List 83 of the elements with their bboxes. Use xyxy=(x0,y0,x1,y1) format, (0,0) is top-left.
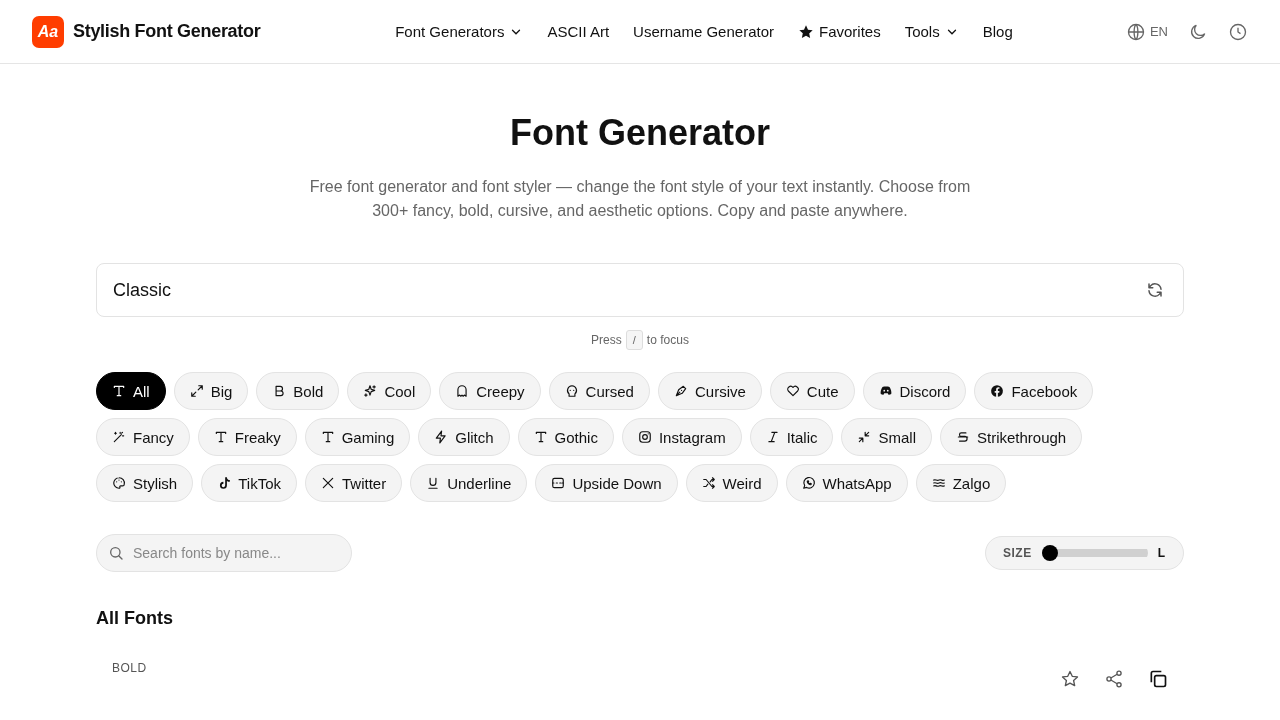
shrink-icon xyxy=(857,430,872,444)
underline-icon xyxy=(426,476,441,490)
category-chip[interactable]: Italic xyxy=(749,418,834,456)
text-icon xyxy=(533,430,548,444)
star-icon xyxy=(798,23,814,40)
hint-text: Press xyxy=(591,333,622,347)
category-chip[interactable]: Small xyxy=(841,418,932,456)
category-chip[interactable]: Cool xyxy=(347,372,432,410)
size-label: L xyxy=(1157,546,1165,560)
nav-link[interactable]: Font Generators xyxy=(395,23,524,40)
refresh-icon[interactable] xyxy=(1146,281,1164,299)
text-icon xyxy=(213,430,228,444)
nav-link[interactable]: Username Generator xyxy=(633,23,774,40)
category-chip[interactable]: TikTok xyxy=(201,464,297,502)
clock-icon[interactable] xyxy=(1228,21,1248,42)
flip-icon xyxy=(551,476,566,490)
globe-icon xyxy=(1125,21,1146,42)
nav-link[interactable]: ASCII Art xyxy=(547,23,610,40)
ghost-icon xyxy=(455,384,470,398)
x-logo-icon xyxy=(320,476,335,490)
music-note-icon xyxy=(217,476,232,490)
category-chip[interactable]: Cursive xyxy=(657,372,762,410)
size-label: SIZE xyxy=(1003,546,1032,560)
star-icon[interactable] xyxy=(1060,669,1080,689)
category-chip[interactable]: Creepy xyxy=(439,372,541,410)
letter-b-icon xyxy=(272,384,287,398)
expand-icon xyxy=(189,384,204,398)
category-chip[interactable]: Big xyxy=(173,372,249,410)
category-chip[interactable]: Twitter xyxy=(304,464,403,502)
page-description: Free font generator and font styler — change the font style of your text instantly. Choose from 300+ fancy, bold, cursive, and aesthetic options. Copy and paste anywhere. xyxy=(308,177,972,221)
text-icon xyxy=(320,430,335,444)
palette-icon xyxy=(112,476,126,490)
text-input[interactable]: Classic xyxy=(96,263,1184,317)
category-chip[interactable]: Cute xyxy=(769,372,855,410)
search-field[interactable]: Search fonts by name... xyxy=(96,534,352,572)
nav-link[interactable]: Blog xyxy=(982,23,1013,40)
text-icon xyxy=(112,384,126,398)
category-chip[interactable]: Gaming xyxy=(304,418,411,456)
category-chip[interactable]: Fancy xyxy=(96,418,190,456)
magic-wand-icon xyxy=(112,430,126,444)
category-chip[interactable]: Stylish xyxy=(96,464,194,502)
page-title: Font Generator xyxy=(509,111,771,155)
category-chip[interactable]: Bold xyxy=(256,372,340,410)
instagram-icon xyxy=(637,430,652,444)
site-name[interactable]: Stylish Font Generator xyxy=(73,21,261,42)
nav-link[interactable]: Favorites xyxy=(798,23,881,40)
game-controller-icon xyxy=(878,384,893,398)
shuffle-icon xyxy=(701,476,716,490)
category-chip[interactable]: Cursed xyxy=(548,372,650,410)
search-icon xyxy=(108,545,124,561)
category-chip[interactable]: Zalgo xyxy=(915,464,1007,502)
nav-link[interactable]: Tools xyxy=(904,23,959,40)
language-button[interactable]: EN xyxy=(1125,21,1168,42)
category-chip[interactable]: All xyxy=(96,372,166,410)
share-icon[interactable] xyxy=(1104,669,1124,689)
category-chip[interactable]: Freaky xyxy=(197,418,297,456)
italic-icon xyxy=(765,430,780,444)
category-chip[interactable]: Discord xyxy=(862,372,967,410)
category-chip[interactable]: Underline xyxy=(410,464,528,502)
skull-icon xyxy=(564,384,579,398)
font-style-label: BOLD xyxy=(112,661,147,677)
category-chip[interactable]: Upside Down xyxy=(535,464,678,502)
size-slider-thumb[interactable] xyxy=(1041,545,1058,561)
category-chip[interactable]: Instagram xyxy=(621,418,742,456)
hint-text: to focus xyxy=(646,333,689,347)
copy-icon[interactable] xyxy=(1148,669,1168,689)
category-chip[interactable]: Strikethrough xyxy=(940,418,1083,456)
category-chip[interactable]: WhatsApp xyxy=(785,464,908,502)
category-chip[interactable]: Weird xyxy=(685,464,778,502)
section-title: All Fonts xyxy=(96,608,174,629)
category-chip[interactable]: Glitch xyxy=(418,418,510,456)
pen-icon xyxy=(673,384,688,398)
logo-mark[interactable]: Aa xyxy=(32,15,64,48)
sparkles-icon xyxy=(363,384,378,398)
waves-icon xyxy=(931,476,946,490)
lightning-icon xyxy=(434,430,449,444)
category-chip[interactable]: Gothic xyxy=(517,418,614,456)
chat-bubble-icon xyxy=(801,476,816,490)
strikethrough-icon xyxy=(956,430,970,444)
facebook-icon xyxy=(990,384,1005,398)
category-chip[interactable]: Facebook xyxy=(974,372,1094,410)
keyboard-key: / xyxy=(625,330,643,350)
heart-icon xyxy=(785,384,800,398)
